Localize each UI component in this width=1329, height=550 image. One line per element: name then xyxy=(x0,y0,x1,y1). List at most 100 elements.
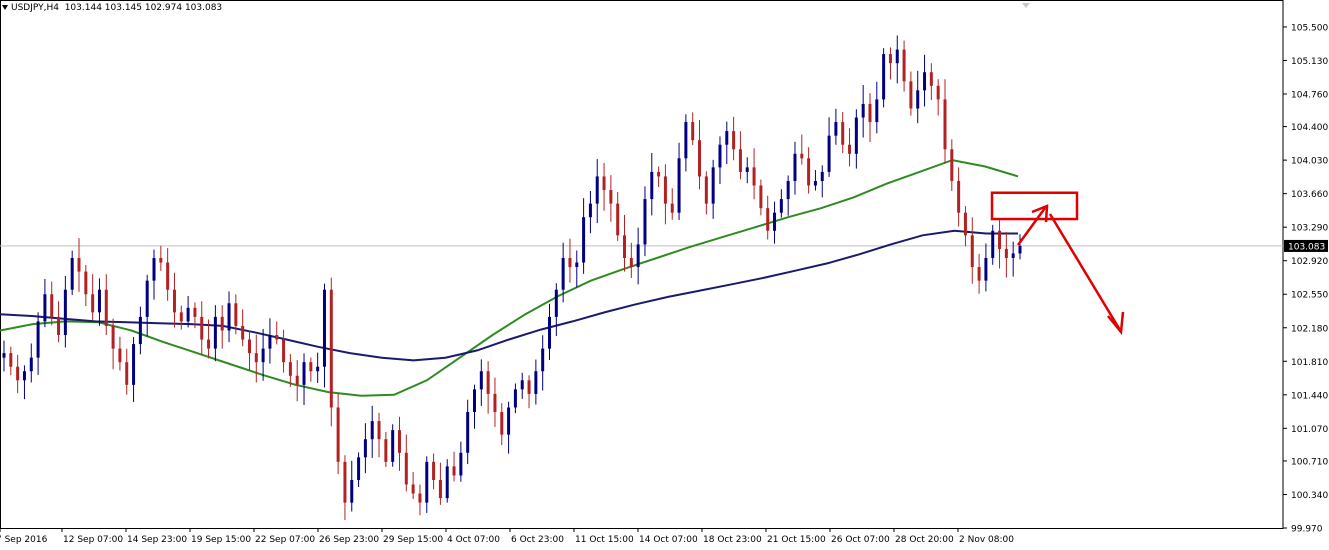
candle-body xyxy=(343,461,347,503)
candle-body xyxy=(779,199,783,213)
x-tick-label: 18 Oct 23:00 xyxy=(703,535,762,545)
candle-body xyxy=(848,144,852,154)
candle-body xyxy=(909,81,913,109)
candle-body xyxy=(766,208,770,231)
candle-body xyxy=(793,153,797,181)
candle-body xyxy=(186,307,190,322)
candle-body xyxy=(9,353,13,367)
candle-body xyxy=(104,289,108,326)
candle-body xyxy=(923,72,927,91)
candle-body xyxy=(527,380,531,394)
candle-body xyxy=(500,412,504,435)
candle-body xyxy=(50,294,54,317)
candle-body xyxy=(745,167,749,172)
candle-body xyxy=(691,122,695,141)
candle-body xyxy=(200,316,204,340)
candle-body xyxy=(807,158,811,186)
candle-body xyxy=(384,439,388,462)
candle-body xyxy=(1018,245,1022,254)
candle-body xyxy=(404,452,408,485)
candle-body xyxy=(875,99,879,123)
y-tick-label: 99.970 xyxy=(1291,525,1323,535)
candle-body xyxy=(786,180,790,200)
candle-body xyxy=(718,144,722,168)
candle-body xyxy=(159,257,163,263)
candle-body xyxy=(479,371,483,390)
candle-body xyxy=(623,235,627,258)
candle-body xyxy=(350,479,354,503)
candle-body xyxy=(834,122,838,136)
candle-body xyxy=(684,122,688,159)
candle-body xyxy=(698,140,702,177)
candle-body xyxy=(138,316,142,345)
candle-body xyxy=(261,348,265,363)
candle-body xyxy=(520,380,524,390)
x-tick-label: 28 Oct 20:00 xyxy=(895,535,954,545)
arrow-down-line xyxy=(1048,213,1122,331)
candle-body xyxy=(568,257,572,268)
candle-body xyxy=(609,190,613,204)
candle-body xyxy=(363,439,367,458)
candle-body xyxy=(316,366,320,372)
x-tick-label: 26 Sep 23:00 xyxy=(319,535,379,545)
plot-border xyxy=(0,0,1284,529)
candle-body xyxy=(118,348,122,363)
current-price-label: 103.083 xyxy=(1288,242,1325,252)
candle-body xyxy=(322,289,326,367)
candle-body xyxy=(397,430,401,453)
candle-body xyxy=(172,289,176,313)
candle-body xyxy=(357,457,361,480)
candle-body xyxy=(282,339,286,363)
candle-body xyxy=(575,262,579,268)
candle-body xyxy=(418,493,422,503)
arrow-up-line xyxy=(1016,207,1047,246)
candle-body xyxy=(998,230,1002,249)
candle-body xyxy=(452,466,456,476)
candle-body xyxy=(472,389,476,413)
candle-body xyxy=(507,407,511,435)
x-tick-label: 22 Sep 07:00 xyxy=(255,535,315,545)
candle-body xyxy=(111,325,115,349)
candle-body xyxy=(643,199,647,245)
candle-body xyxy=(895,49,899,64)
candle-body xyxy=(738,149,742,172)
candle-body xyxy=(97,289,101,313)
candle-body xyxy=(275,335,279,340)
candle-body xyxy=(234,303,238,326)
candle-body xyxy=(977,267,981,281)
x-tick-label: 14 Sep 23:00 xyxy=(127,535,187,545)
candle-body xyxy=(77,257,81,272)
price-chart[interactable]: 105.500 105.130 104.760 104.400 104.030 103.6… xyxy=(0,0,1329,550)
candle-body xyxy=(882,54,886,100)
y-tick-label: 102.920 xyxy=(1291,257,1328,267)
x-tick-label: 6 Oct 23:00 xyxy=(511,535,564,545)
y-tick-label: 104.400 xyxy=(1291,123,1328,133)
candle-body xyxy=(70,257,74,290)
candle-body xyxy=(725,131,729,145)
y-tick-label: 103.290 xyxy=(1291,224,1328,234)
candle-body xyxy=(1004,248,1008,258)
candle-body xyxy=(220,316,224,331)
ma-slow-line xyxy=(0,229,1018,362)
candle-body xyxy=(179,312,183,322)
candle-body xyxy=(773,212,777,231)
x-tick-label: 12 Sep 07:00 xyxy=(63,535,123,545)
candle-body xyxy=(84,271,88,295)
candle-body xyxy=(820,171,824,181)
candle-body xyxy=(63,289,67,336)
candle-body xyxy=(1011,253,1015,258)
chart-frame: USDJPY,H4 103.144 103.145 102.974 103.08… xyxy=(0,0,1329,550)
candle-body xyxy=(193,307,197,317)
y-tick-label: 101.070 xyxy=(1291,425,1328,435)
scroll-marker-icon[interactable] xyxy=(1022,3,1030,8)
resistance-zone-box xyxy=(990,191,1079,221)
candle-body xyxy=(929,72,933,86)
y-tick-label: 105.130 xyxy=(1291,57,1328,67)
candle-body xyxy=(486,371,490,394)
candle-body xyxy=(963,212,967,236)
candle-body xyxy=(513,389,517,408)
candle-body xyxy=(425,461,429,503)
y-tick-label: 105.500 xyxy=(1291,23,1328,33)
candle-body xyxy=(534,371,538,394)
candle-body xyxy=(554,289,558,317)
